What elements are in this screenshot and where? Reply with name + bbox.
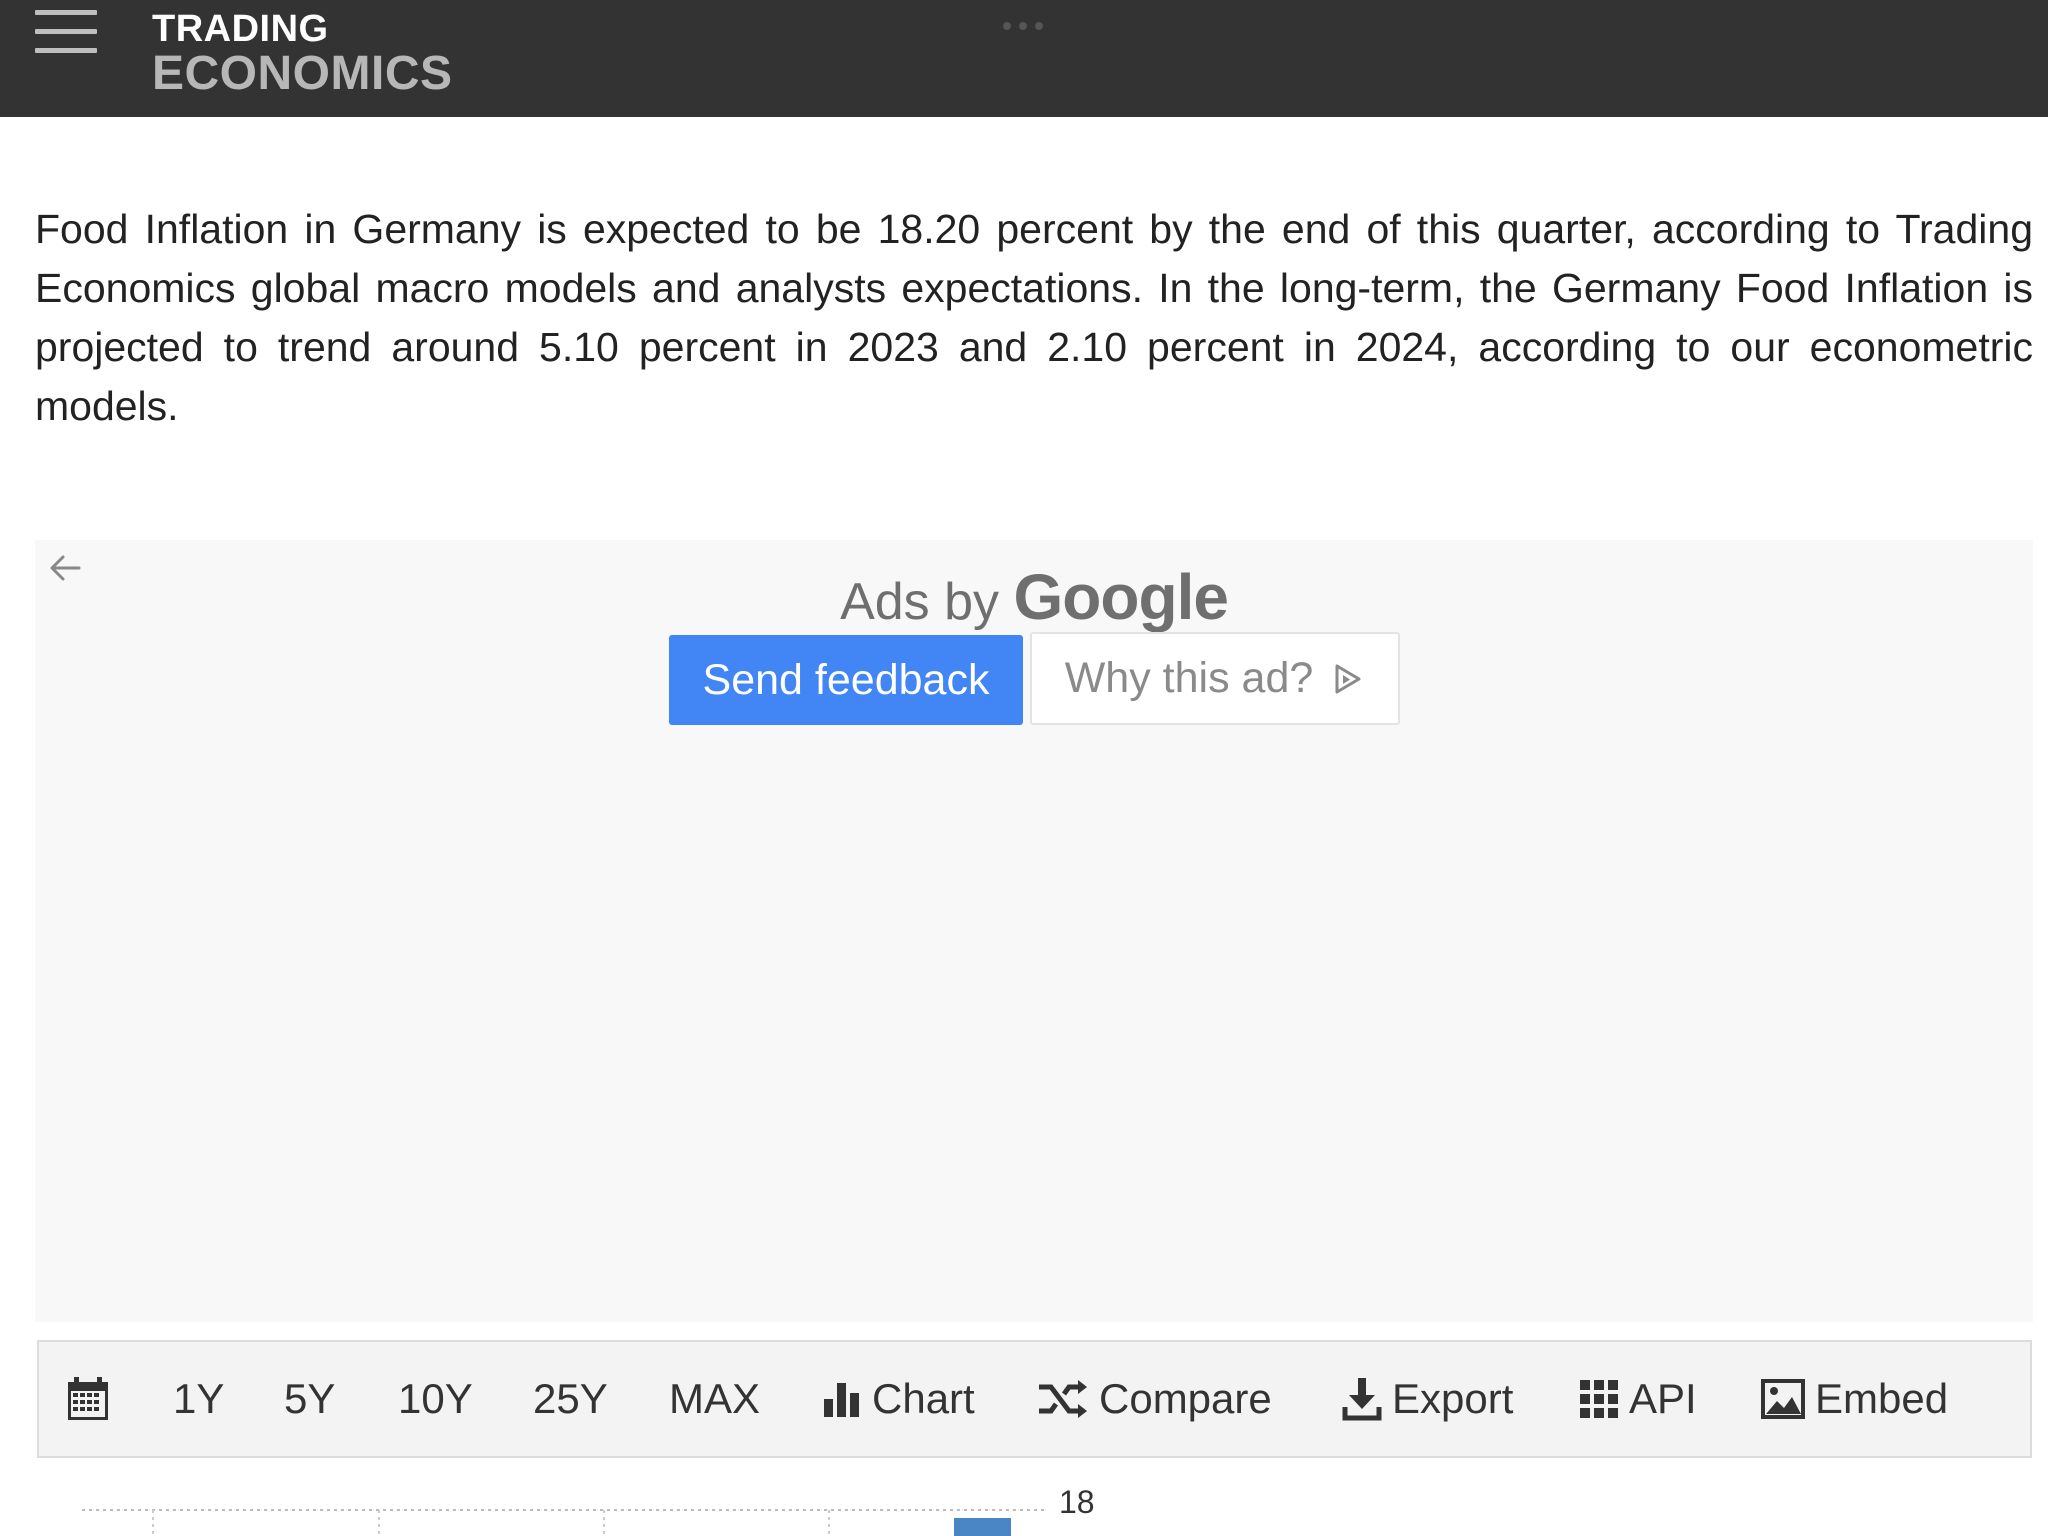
grid-icon bbox=[1580, 1380, 1618, 1418]
chart-label: Chart bbox=[872, 1375, 975, 1422]
api-label: API bbox=[1629, 1375, 1697, 1422]
ad-container: Ads by Google Send feedback Why this ad? bbox=[35, 540, 2033, 1322]
shuffle-icon bbox=[1039, 1380, 1087, 1418]
api-button[interactable]: API bbox=[1579, 1342, 1697, 1456]
compare-label: Compare bbox=[1099, 1375, 1272, 1422]
embed-button[interactable]: Embed bbox=[1761, 1342, 1948, 1456]
more-dots-icon[interactable] bbox=[1003, 22, 1045, 30]
image-icon bbox=[1761, 1379, 1805, 1419]
download-icon bbox=[1342, 1378, 1382, 1421]
forecast-description: Food Inflation in Germany is expected to… bbox=[35, 206, 2033, 429]
top-navigation-bar: TRADING ECONOMICS bbox=[0, 0, 2048, 117]
chart-y-tick-label: 18 bbox=[1059, 1484, 1095, 1520]
logo-line-1: TRADING bbox=[152, 8, 329, 50]
compare-button[interactable]: Compare bbox=[1037, 1342, 1272, 1456]
ad-choices-icon bbox=[1335, 664, 1361, 693]
range-max-button[interactable]: MAX bbox=[669, 1342, 760, 1456]
range-5y-button[interactable]: 5Y bbox=[284, 1342, 335, 1456]
menu-icon[interactable] bbox=[35, 10, 97, 54]
logo-line-2: ECONOMICS bbox=[152, 47, 453, 100]
ads-by-google-label: Ads by Google bbox=[35, 560, 2033, 634]
calendar-button[interactable] bbox=[67, 1342, 109, 1456]
chart-bar bbox=[954, 1518, 1011, 1536]
chart-preview: 18 bbox=[82, 1484, 1095, 1536]
google-wordmark: Google bbox=[1013, 561, 1229, 633]
range-25y-button[interactable]: 25Y bbox=[533, 1342, 608, 1456]
why-this-ad-button[interactable]: Why this ad? bbox=[1030, 632, 1400, 725]
export-button[interactable]: Export bbox=[1342, 1342, 1513, 1456]
why-this-ad-label: Why this ad? bbox=[1064, 654, 1314, 702]
calendar-icon bbox=[68, 1377, 108, 1420]
range-1y-button[interactable]: 1Y bbox=[173, 1342, 224, 1456]
embed-label: Embed bbox=[1815, 1375, 1949, 1422]
chart-toolbar: 1Y 5Y 10Y 25Y MAX Chart Compare Export A… bbox=[37, 1340, 2032, 1458]
site-logo[interactable]: TRADING ECONOMICS bbox=[152, 10, 453, 98]
ads-by-text: Ads by bbox=[840, 573, 1000, 631]
range-10y-button[interactable]: 10Y bbox=[398, 1342, 473, 1456]
bar-chart-icon bbox=[824, 1383, 859, 1417]
export-label: Export bbox=[1392, 1375, 1514, 1422]
send-feedback-button[interactable]: Send feedback bbox=[669, 635, 1023, 725]
chart-type-button[interactable]: Chart bbox=[822, 1342, 975, 1456]
